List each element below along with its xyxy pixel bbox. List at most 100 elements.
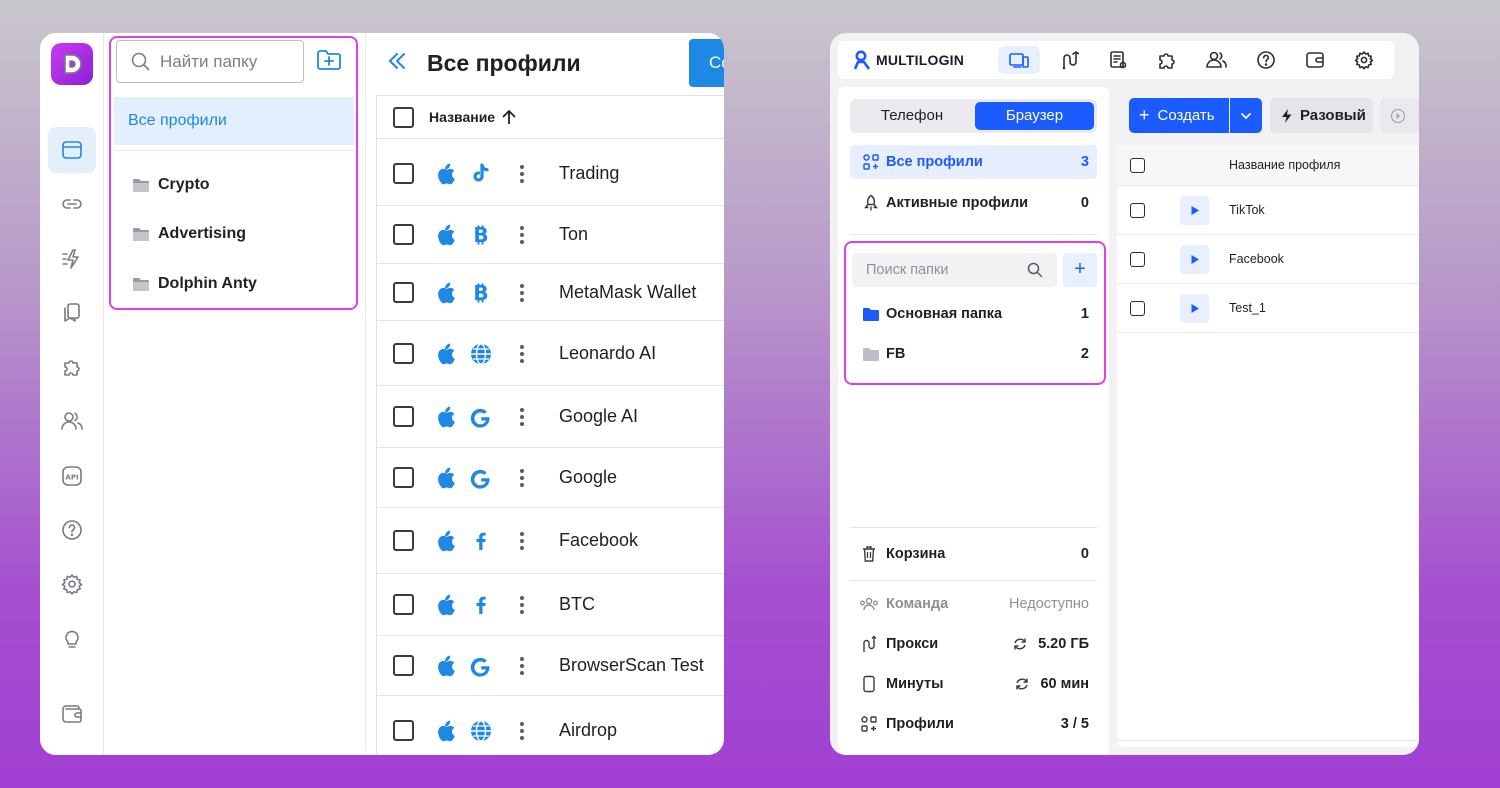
table-row[interactable]: Airdrop bbox=[377, 696, 724, 755]
folder-item-advertising[interactable]: Advertising bbox=[132, 219, 246, 249]
table-row[interactable]: Test_1 bbox=[1117, 284, 1419, 333]
more-vertical-icon[interactable] bbox=[519, 164, 525, 184]
profile-name[interactable]: TikTok bbox=[1229, 203, 1265, 217]
start-profile-button[interactable] bbox=[1180, 245, 1209, 274]
profile-name[interactable]: MetaMask Wallet bbox=[559, 282, 696, 303]
row-checkbox[interactable] bbox=[393, 342, 414, 364]
help-icon[interactable] bbox=[1245, 46, 1287, 74]
settings-icon[interactable] bbox=[1343, 46, 1385, 74]
folder-search-input[interactable] bbox=[866, 262, 1016, 278]
more-vertical-icon[interactable] bbox=[519, 468, 525, 488]
row-checkbox[interactable] bbox=[1130, 203, 1145, 218]
more-vertical-icon[interactable] bbox=[519, 656, 525, 676]
proxy-icon[interactable] bbox=[1048, 46, 1090, 74]
folder-item-fb[interactable]: FB 2 bbox=[850, 337, 1097, 371]
row-checkbox[interactable] bbox=[393, 162, 414, 184]
start-profile-button[interactable] bbox=[1180, 294, 1209, 323]
more-vertical-icon[interactable] bbox=[519, 531, 525, 551]
link-icon[interactable] bbox=[48, 181, 96, 227]
create-dropdown-button[interactable] bbox=[1230, 98, 1262, 133]
tab-phone[interactable]: Телефон bbox=[850, 99, 974, 133]
more-vertical-icon[interactable] bbox=[519, 407, 525, 427]
folder-search-input[interactable] bbox=[160, 51, 290, 72]
automation-icon[interactable] bbox=[48, 236, 96, 282]
row-checkbox[interactable] bbox=[393, 720, 414, 741]
app-logo[interactable] bbox=[51, 43, 93, 85]
column-name-header[interactable]: Название профиля bbox=[1229, 158, 1340, 172]
folder-search-box[interactable] bbox=[852, 253, 1057, 287]
profile-name[interactable]: Ton bbox=[559, 224, 588, 245]
start-profile-button[interactable] bbox=[1180, 196, 1209, 225]
table-row[interactable]: Facebook bbox=[377, 508, 724, 574]
collapse-button[interactable] bbox=[386, 50, 408, 72]
table-row[interactable]: Facebook bbox=[1117, 235, 1419, 284]
more-vertical-icon[interactable] bbox=[519, 344, 525, 364]
add-folder-button[interactable]: + bbox=[1063, 253, 1097, 287]
row-checkbox[interactable] bbox=[1130, 252, 1145, 267]
folder-item-crypto[interactable]: Crypto bbox=[132, 170, 210, 200]
add-folder-button[interactable] bbox=[316, 49, 346, 75]
bookmarks-icon[interactable] bbox=[48, 290, 96, 336]
idea-icon[interactable] bbox=[48, 616, 96, 662]
profile-name[interactable]: Trading bbox=[559, 163, 619, 184]
team-icon[interactable] bbox=[1195, 46, 1237, 74]
more-vertical-icon[interactable] bbox=[519, 721, 525, 741]
profile-name[interactable]: Leonardo AI bbox=[559, 343, 656, 364]
table-row[interactable]: BrowserScan Test bbox=[377, 636, 724, 696]
profiles-tab-icon[interactable] bbox=[998, 46, 1040, 74]
api-icon[interactable]: API bbox=[48, 453, 96, 499]
extensions-icon[interactable] bbox=[48, 344, 96, 390]
wallet-icon[interactable] bbox=[1294, 46, 1336, 74]
table-row[interactable]: B MetaMask Wallet bbox=[377, 264, 724, 321]
table-row[interactable]: Trading bbox=[377, 141, 724, 206]
table-row[interactable]: TikTok bbox=[1117, 186, 1419, 235]
users-icon[interactable] bbox=[48, 398, 96, 444]
column-name-header[interactable]: Название bbox=[429, 109, 495, 125]
row-checkbox[interactable] bbox=[393, 224, 414, 245]
tab-browser[interactable]: Браузер bbox=[975, 102, 1094, 130]
scripts-icon[interactable] bbox=[1097, 46, 1139, 74]
help-icon[interactable] bbox=[48, 507, 96, 553]
wallet-icon[interactable] bbox=[48, 691, 96, 737]
profile-name[interactable]: Airdrop bbox=[559, 720, 617, 741]
profile-name[interactable]: BrowserScan Test bbox=[559, 655, 704, 676]
more-vertical-icon[interactable] bbox=[519, 595, 525, 615]
profile-name[interactable]: Test_1 bbox=[1229, 301, 1266, 315]
profile-name[interactable]: Facebook bbox=[559, 530, 638, 551]
select-all-checkbox[interactable] bbox=[393, 107, 414, 128]
profile-name[interactable]: Google bbox=[559, 467, 617, 488]
sidebar-item-all-profiles[interactable]: Все профили 3 bbox=[850, 145, 1097, 179]
sidebar-item-active-profiles[interactable]: Активные профили 0 bbox=[850, 186, 1097, 220]
row-checkbox[interactable] bbox=[393, 467, 414, 488]
row-checkbox[interactable] bbox=[393, 530, 414, 551]
folder-search-box[interactable] bbox=[116, 40, 304, 83]
table-row[interactable]: Google AI bbox=[377, 386, 724, 448]
row-checkbox[interactable] bbox=[393, 406, 414, 427]
profile-name[interactable]: Google AI bbox=[559, 406, 638, 427]
sort-arrow-up-icon[interactable] bbox=[501, 108, 517, 126]
row-checkbox[interactable] bbox=[393, 594, 414, 615]
more-vertical-icon[interactable] bbox=[519, 283, 525, 303]
table-row[interactable]: BTC bbox=[377, 574, 724, 636]
table-row[interactable]: B Ton bbox=[377, 206, 724, 264]
folder-item-main[interactable]: Основная папка 1 bbox=[850, 297, 1097, 331]
table-row[interactable]: Leonardo AI bbox=[377, 321, 724, 386]
brand-logo[interactable]: MULTILOGIN bbox=[852, 50, 964, 70]
sidebar-item-trash[interactable]: Корзина 0 bbox=[850, 539, 1097, 569]
quick-profile-button[interactable]: Разовый bbox=[1270, 98, 1373, 133]
folder-item-dolphin-anty[interactable]: Dolphin Anty bbox=[132, 269, 257, 299]
row-checkbox[interactable] bbox=[393, 281, 414, 303]
more-vertical-icon[interactable] bbox=[519, 225, 525, 245]
run-button[interactable] bbox=[1380, 98, 1419, 133]
folder-all-profiles[interactable]: Все профили bbox=[114, 97, 354, 145]
profiles-nav-icon[interactable] bbox=[48, 127, 96, 173]
profile-name[interactable]: Facebook bbox=[1229, 252, 1284, 266]
select-all-checkbox[interactable] bbox=[1130, 158, 1145, 173]
table-row[interactable]: Google bbox=[377, 448, 724, 508]
extensions-icon[interactable] bbox=[1146, 46, 1188, 74]
create-profile-button[interactable]: Со bbox=[689, 39, 724, 87]
row-checkbox[interactable] bbox=[1130, 301, 1145, 316]
profile-name[interactable]: BTC bbox=[559, 594, 595, 615]
row-checkbox[interactable] bbox=[393, 655, 414, 676]
create-button[interactable]: + Создать bbox=[1129, 98, 1229, 133]
